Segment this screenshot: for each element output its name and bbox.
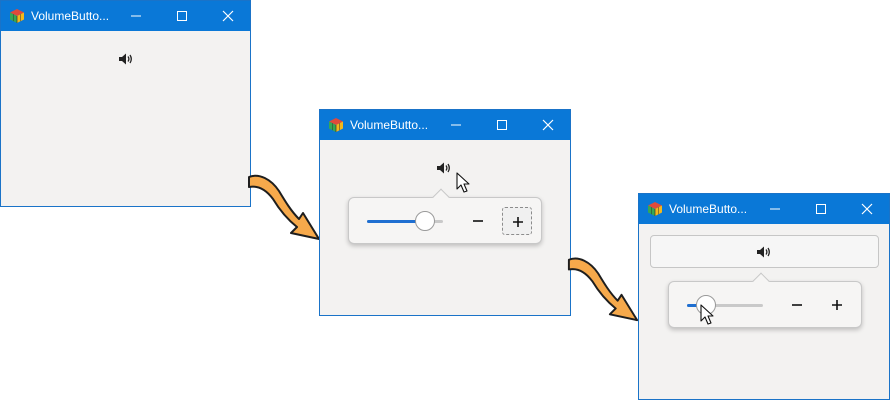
maximize-icon <box>816 204 826 214</box>
volume-button[interactable] <box>650 235 879 268</box>
app-window-1: VolumeButto... <box>0 0 251 207</box>
window-title: VolumeButto... <box>350 118 429 132</box>
close-button[interactable] <box>844 194 890 224</box>
minimize-icon <box>131 15 141 17</box>
app-window-2: VolumeButto... <box>319 109 571 316</box>
speaker-icon[interactable] <box>118 52 134 66</box>
window-title: VolumeButto... <box>31 9 110 23</box>
minimize-icon <box>451 124 461 126</box>
minimize-icon <box>770 208 780 210</box>
plus-icon <box>832 300 842 310</box>
app-cube-icon <box>329 118 343 132</box>
flyout-notch <box>752 272 770 290</box>
speaker-icon <box>757 246 770 258</box>
minimize-button[interactable] <box>433 110 479 140</box>
volume-flyout <box>348 188 542 244</box>
volume-down-button[interactable] <box>463 207 493 235</box>
volume-flyout <box>668 272 862 328</box>
maximize-button[interactable] <box>798 194 844 224</box>
minus-icon <box>473 220 483 222</box>
close-icon <box>222 10 234 22</box>
app-cube-icon <box>10 9 24 23</box>
speaker-icon[interactable] <box>436 161 452 175</box>
flyout-notch <box>432 188 450 206</box>
close-button[interactable] <box>525 110 571 140</box>
title-bar[interactable]: VolumeButto... <box>1 1 250 31</box>
volume-up-button[interactable] <box>822 291 852 319</box>
minimize-button[interactable] <box>113 1 159 31</box>
maximize-icon <box>497 120 507 130</box>
maximize-button[interactable] <box>479 110 525 140</box>
close-icon <box>861 203 873 215</box>
title-bar[interactable]: VolumeButto... <box>320 110 570 140</box>
curved-arrow-icon <box>567 257 639 322</box>
minus-icon <box>792 304 802 306</box>
maximize-button[interactable] <box>159 1 205 31</box>
maximize-icon <box>177 11 187 21</box>
volume-up-button[interactable] <box>502 207 532 235</box>
volume-slider-thumb[interactable] <box>415 211 435 231</box>
minimize-button[interactable] <box>752 194 798 224</box>
plus-icon <box>513 217 523 227</box>
curved-arrow-icon <box>248 174 320 240</box>
title-bar[interactable]: VolumeButto... <box>639 194 889 224</box>
window-title: VolumeButto... <box>669 202 748 216</box>
mouse-cursor-icon <box>700 304 714 325</box>
app-window-3: VolumeButto... <box>638 193 890 400</box>
close-icon <box>542 119 554 131</box>
volume-down-button[interactable] <box>782 291 812 319</box>
app-cube-icon <box>648 202 662 216</box>
mouse-cursor-icon <box>456 172 470 193</box>
close-button[interactable] <box>205 1 251 31</box>
